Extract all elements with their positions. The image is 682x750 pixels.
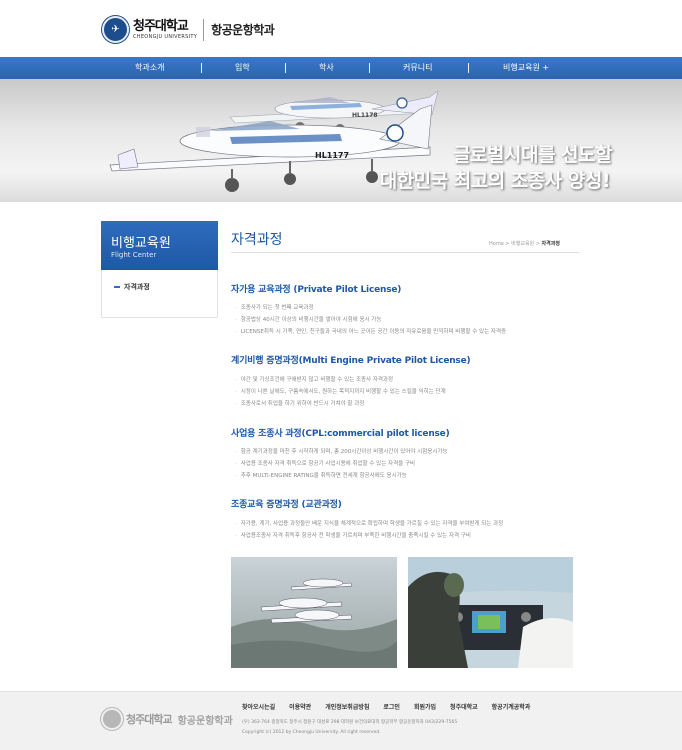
footer-link-login[interactable]: 로그인 bbox=[383, 702, 400, 711]
footer-link-directions[interactable]: 찾아오시는길 bbox=[242, 702, 275, 711]
nav-divider bbox=[285, 63, 286, 73]
nav-item-admission[interactable]: 입학 bbox=[235, 57, 250, 79]
university-name: 청주대학교 bbox=[133, 19, 189, 34]
sidebar-title: 비행교육원 bbox=[111, 236, 171, 251]
tail-number-2: HL1177 bbox=[315, 151, 349, 160]
footer-link-signup[interactable]: 회원가입 bbox=[414, 702, 436, 711]
site-footer: 청주대학교 항공운항학과 찾아오시는길 이용약관 개인정보취급방침 로그인 회원… bbox=[0, 691, 682, 750]
site-header: ✈ 청주대학교 CHEONGJU UNIVERSITY 항공운항학과 bbox=[0, 0, 682, 57]
breadcrumb-parent[interactable]: 비행교육원 bbox=[511, 241, 534, 247]
breadcrumb-current: 자격과정 bbox=[541, 241, 560, 247]
list-item: 추후 MULTI-ENGINE RATING을 취득하면 전세계 항공사에도 응… bbox=[235, 471, 407, 479]
list-item: 야간 및 기상조건에 구애받지 않고 비행할 수 있는 조종사 자격과정 bbox=[235, 375, 393, 383]
footer-link-aero-mech[interactable]: 항공기계공학과 bbox=[492, 702, 531, 711]
dash-icon bbox=[114, 286, 120, 288]
section-title-instrument: 계기비행 증명과정(Multi Engine Private Pilot Lic… bbox=[231, 356, 471, 366]
footer-university-name: 청주대학교 bbox=[126, 713, 173, 726]
list-item: LICENSE취득 시 가족, 연인, 친구들과 국내의 어느 곳이든 공간 이… bbox=[235, 327, 506, 335]
breadcrumb: Home > 비행교육원 > 자격과정 bbox=[489, 240, 560, 247]
university-seal-icon bbox=[101, 708, 123, 730]
nav-item-about[interactable]: 학과소개 bbox=[135, 57, 164, 79]
banner-slogan-2: 대한민국 최고의 조종사 양성! bbox=[379, 170, 611, 192]
list-item: 자가용, 계기, 사업용 과정들안 배운 지식을 체계적으로 확립하며 학생을 … bbox=[235, 519, 503, 527]
nav-item-community[interactable]: 커뮤니티 bbox=[403, 57, 432, 79]
main-nav: 학과소개 입학 학사 커뮤니티 비행교육원 + bbox=[0, 57, 682, 79]
hero-banner: HL1178 HL1177 글로벌시대를 선도할 대한민국 최고의 조종사 양성… bbox=[0, 79, 682, 202]
nav-divider bbox=[468, 63, 469, 73]
footer-link-terms[interactable]: 이용약관 bbox=[289, 702, 311, 711]
list-item: 사업용조종사 자격 취득후 항공사 전 학생을 가르치며 부족한 비행시간을 충… bbox=[235, 531, 471, 539]
page-title: 자격과정 bbox=[231, 232, 283, 248]
section-title-ppl: 자가용 교육과정 (Private Pilot License) bbox=[231, 285, 402, 295]
cockpit-photo bbox=[408, 557, 573, 668]
site-logo[interactable]: ✈ 청주대학교 CHEONGJU UNIVERSITY 항공운항학과 bbox=[102, 16, 275, 43]
tail-number-1: HL1178 bbox=[352, 112, 378, 119]
section-title-instructor: 조종교육 증명과정 (교관과정) bbox=[231, 500, 342, 510]
footer-link-university[interactable]: 청주대학교 bbox=[450, 702, 478, 711]
formation-flight-photo bbox=[231, 557, 397, 668]
footer-copyright: Copyright (c) 2012 by Cheongju Universit… bbox=[242, 730, 381, 735]
breadcrumb-home[interactable]: Home bbox=[489, 241, 504, 247]
logo-divider bbox=[203, 18, 205, 41]
department-name: 항공운항학과 bbox=[211, 23, 275, 37]
list-item: 항공 계기과정을 마친 후 시작하게 되며, 총 200시간이상 비행시간이 있… bbox=[235, 447, 448, 455]
section-title-cpl: 사업용 조종사 과정(CPL:commercial pilot license) bbox=[231, 429, 450, 439]
sidebar-subtitle: Flight Center bbox=[111, 251, 157, 259]
list-item: 시정이 나쁜 날에도, 구름속에서도, 원하는 목적지까지 비행할 수 있는 스… bbox=[235, 387, 446, 395]
sidebar-item-label: 자격과정 bbox=[124, 283, 150, 291]
footer-link-privacy[interactable]: 개인정보취급방침 bbox=[325, 702, 369, 711]
list-item: 조종사로서 취업을 하기 위하여 반드시 거쳐야 할 과정 bbox=[235, 399, 365, 407]
nav-divider bbox=[369, 63, 370, 73]
nav-item-flight-center[interactable]: 비행교육원 + bbox=[503, 57, 549, 79]
nav-item-academics[interactable]: 학사 bbox=[319, 57, 334, 79]
footer-logo[interactable]: 청주대학교 항공운항학과 bbox=[101, 708, 233, 730]
list-item: 사업용 조종사 자격 취득으로 항공기 사업시용에 취업할 수 있는 자격을 구… bbox=[235, 459, 415, 467]
list-item: 조종사가 되는 첫 번째 교육과정 bbox=[235, 303, 314, 311]
sidebar-item-certification[interactable]: 자격과정 bbox=[114, 282, 150, 292]
sidebar-header: 비행교육원 Flight Center bbox=[101, 221, 218, 270]
footer-department: 항공운항학과 bbox=[177, 715, 233, 727]
title-divider bbox=[231, 252, 579, 253]
sidebar-menu: 자격과정 bbox=[101, 270, 218, 318]
banner-slogan-1: 글로벌시대를 선도할 bbox=[453, 144, 612, 166]
footer-links: 찾아오시는길 이용약관 개인정보취급방침 로그인 회원가입 청주대학교 항공기계… bbox=[242, 702, 530, 711]
university-seal-icon: ✈ bbox=[102, 16, 129, 43]
nav-divider bbox=[201, 63, 202, 73]
footer-address: (우) 363-764 충청북도 청주시 청원구 대성로 298 대학원 보건의… bbox=[242, 720, 458, 725]
breadcrumb-separator: > bbox=[534, 241, 542, 247]
university-name-en: CHEONGJU UNIVERSITY bbox=[133, 34, 198, 40]
list-item: 항공법상 40시간 이상의 비행시간을 쌓아야 시험에 응시 가능 bbox=[235, 315, 382, 323]
